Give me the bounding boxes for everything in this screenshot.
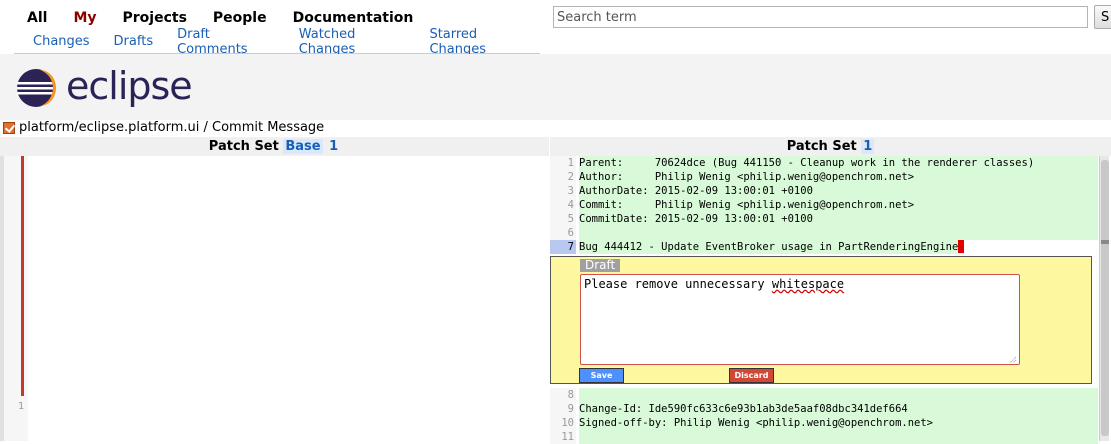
line-number[interactable]: 11	[550, 430, 576, 444]
line-number[interactable]: 1	[550, 156, 576, 170]
search-button[interactable]: S	[1094, 5, 1111, 29]
text-cursor	[958, 240, 965, 253]
code-line[interactable]: 6	[550, 226, 1098, 240]
patch-set-base-header: Patch Set Base 1	[0, 137, 549, 156]
line-text-content: Bug 444412 - Update EventBroker usage in…	[579, 241, 959, 253]
line-number[interactable]: 9	[550, 402, 576, 416]
eclipse-logo-text: eclipse	[66, 64, 193, 108]
line-number[interactable]: 8	[550, 388, 576, 402]
top-navigation: All My Projects People Documentation Cha…	[0, 0, 1111, 57]
patch-set-title: Patch Set	[786, 139, 857, 154]
code-line[interactable]: 8	[550, 388, 1098, 402]
line-number[interactable]: 3	[550, 184, 576, 198]
patch-set-title: Patch Set	[208, 139, 279, 154]
scrollbar-thumb[interactable]	[1101, 160, 1109, 436]
code-line[interactable]: 4 Commit: Philip Wenig <philip.wenig@ope…	[550, 198, 1098, 212]
deleted-range-marker	[21, 156, 24, 396]
logo-band: eclipse	[0, 54, 1111, 120]
left-line-number: 1	[18, 401, 25, 412]
file-header: platform/eclipse.platform.ui / Commit Me…	[0, 120, 1111, 136]
line-text: Parent: 70624dce (Bug 441150 - Cleanup w…	[579, 156, 1098, 170]
line-number[interactable]: 5	[550, 212, 576, 226]
line-number[interactable]: 2	[550, 170, 576, 184]
draft-comment-box: Draft Please remove unnecessary whitespa…	[550, 256, 1092, 384]
line-text: Signed-off-by: Philip Wenig <philip.weni…	[579, 416, 1098, 430]
right-scrollbar[interactable]	[1099, 156, 1109, 441]
line-text	[579, 388, 1098, 402]
patch-set-1-link[interactable]: 1	[861, 139, 875, 154]
scrollbar-marker	[1101, 240, 1109, 244]
submenu-drafts[interactable]: Drafts	[102, 34, 166, 49]
line-number[interactable]: 7	[550, 240, 576, 254]
code-line[interactable]: 5 CommitDate: 2015-02-09 13:00:01 +0100	[550, 212, 1098, 226]
patch-set-base-num[interactable]: 1	[327, 139, 340, 154]
sub-menu: Changes Drafts Draft Comments Watched Ch…	[14, 27, 540, 57]
line-text: AuthorDate: 2015-02-09 13:00:01 +0100	[579, 184, 1098, 198]
misspelled-word: whitespace	[771, 277, 845, 291]
line-number[interactable]: 4	[550, 198, 576, 212]
line-text	[579, 226, 1098, 240]
draft-label: Draft	[580, 259, 621, 272]
right-diff-pane[interactable]: 1 Parent: 70624dce (Bug 441150 - Cleanup…	[550, 156, 1111, 444]
submenu-starred-changes[interactable]: Starred Changes	[417, 27, 540, 57]
resize-grip-icon[interactable]	[1007, 354, 1017, 364]
line-number[interactable]: 6	[550, 226, 576, 240]
draft-text-before: Please remove unnecessary	[584, 277, 772, 291]
patch-set-1-header: Patch Set 1	[550, 137, 1111, 156]
line-text: Author: Philip Wenig <philip.wenig@openc…	[579, 170, 1098, 184]
line-number[interactable]: 10	[550, 416, 576, 430]
code-line[interactable]: 11	[550, 430, 1098, 444]
save-button[interactable]: Save	[579, 368, 624, 383]
code-line-selected[interactable]: 7 Bug 444412 - Update EventBroker usage …	[550, 240, 1098, 254]
submenu-watched-changes[interactable]: Watched Changes	[287, 27, 418, 57]
line-text	[579, 430, 1098, 444]
code-line[interactable]: 2 Author: Philip Wenig <philip.wenig@ope…	[550, 170, 1098, 184]
line-text: Commit: Philip Wenig <philip.wenig@openc…	[579, 198, 1098, 212]
code-line[interactable]: 3 AuthorDate: 2015-02-09 13:00:01 +0100	[550, 184, 1098, 198]
draft-comment-textarea[interactable]: Please remove unnecessary whitespace	[580, 274, 1020, 365]
code-line[interactable]: 9 Change-Id: Ide590fc633c6e93b1ab3de5aaf…	[550, 402, 1098, 416]
line-text: Bug 444412 - Update EventBroker usage in…	[579, 240, 965, 254]
submenu-changes[interactable]: Changes	[14, 34, 102, 49]
submenu-draft-comments[interactable]: Draft Comments	[165, 27, 287, 57]
line-text: Change-Id: Ide590fc633c6e93b1ab3de5aaf08…	[579, 402, 1098, 416]
search-input[interactable]	[553, 6, 1088, 28]
reviewed-checkbox[interactable]	[3, 122, 15, 134]
code-line[interactable]: 10 Signed-off-by: Philip Wenig <philip.w…	[550, 416, 1098, 430]
left-diff-pane[interactable]: 1	[0, 156, 549, 441]
line-text: CommitDate: 2015-02-09 13:00:01 +0100	[579, 212, 1098, 226]
discard-button[interactable]: Discard	[729, 368, 774, 383]
eclipse-logo-icon	[17, 69, 56, 107]
code-line[interactable]: 1 Parent: 70624dce (Bug 441150 - Cleanup…	[550, 156, 1098, 170]
patch-set-base-link[interactable]: Base	[283, 139, 323, 154]
left-scrollbar[interactable]	[0, 156, 4, 441]
file-path[interactable]: platform/eclipse.platform.ui / Commit Me…	[19, 120, 324, 135]
